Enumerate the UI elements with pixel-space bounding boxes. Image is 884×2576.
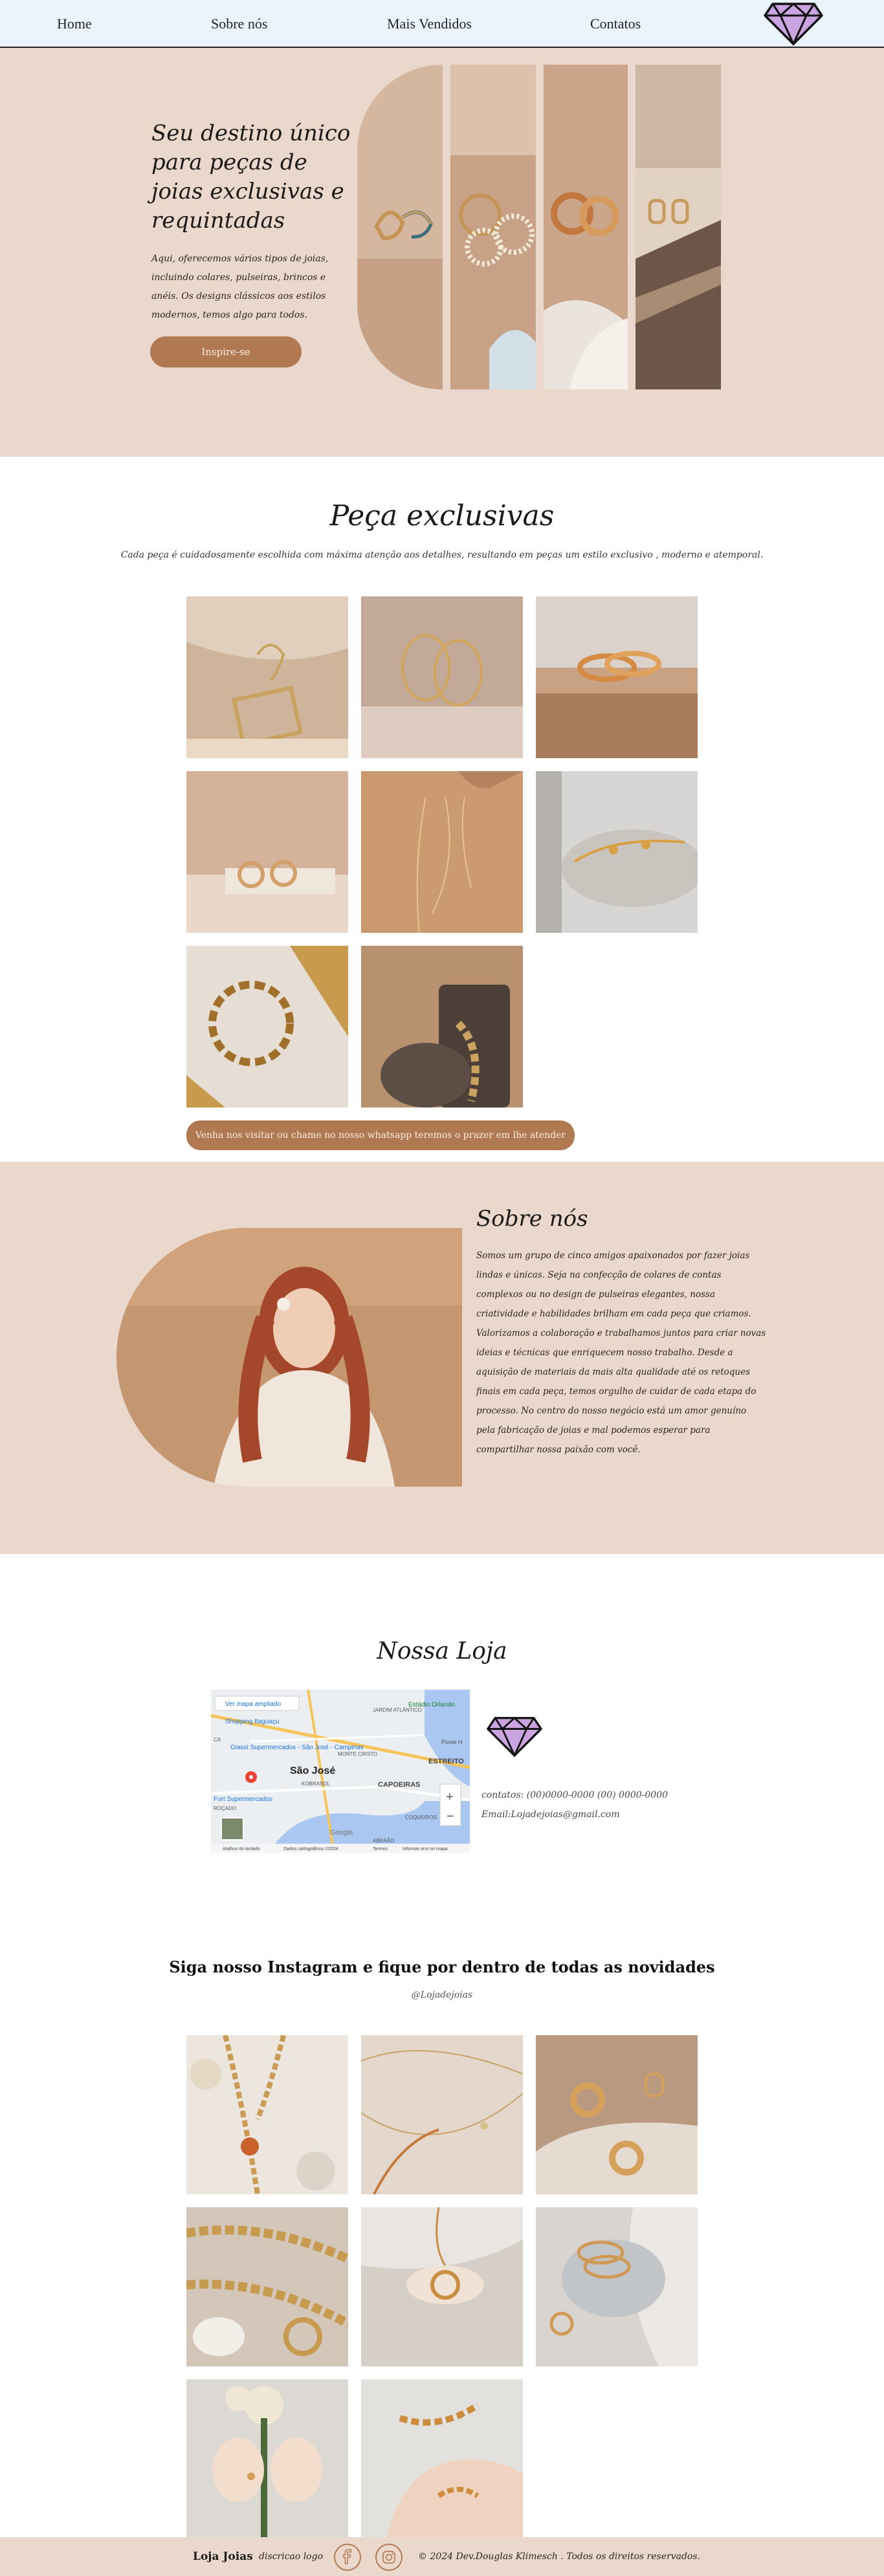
instagram-post-image[interactable] [186, 2207, 348, 2366]
footer-description: discricao logo [259, 2551, 323, 2562]
store-title: Nossa Loja [377, 1638, 507, 1665]
map-label: KOBRASOL [302, 1781, 331, 1787]
store-email[interactable]: Email:Lojadejoias@gmail.com [481, 1805, 668, 1824]
nav-contacts-link[interactable]: Contatos [590, 16, 641, 32]
instagram-post-image[interactable] [536, 2207, 698, 2366]
map-shortcuts-link[interactable]: Atalhos do teclado [223, 1847, 260, 1851]
instagram-post-image[interactable] [186, 2379, 348, 2538]
diamond-icon [487, 1716, 542, 1763]
store-map[interactable]: Ver mapa ampliado Estádio Orlando Shoppi… [211, 1690, 470, 1853]
diamond-icon[interactable] [764, 1, 823, 47]
product-image[interactable] [536, 596, 698, 758]
inspire-button[interactable]: Inspire-se [150, 336, 302, 367]
map-label: MONTE CRISTO [338, 1751, 377, 1757]
hero-earrings-image-3 [544, 65, 628, 389]
store-phone: contatos: (00)0000-0000 (00) 0000-0000 [481, 1790, 669, 1800]
map-terms-link[interactable]: Termos [373, 1847, 388, 1851]
footer: Loja Joias discricao logo © 2024 Dev.Dou… [0, 2537, 884, 2576]
product-image[interactable] [361, 771, 523, 933]
map-label: Ponte H [441, 1739, 463, 1745]
about-text: Somos um grupo de cinco amigos apaixonad… [476, 1250, 766, 1455]
whatsapp-visit-button[interactable]: Venha nos visitar ou chame no nosso what… [186, 1120, 575, 1150]
map-label: CAPOEIRAS [378, 1781, 420, 1789]
hero-title: Seu destino único para peças de joias ex… [151, 120, 351, 234]
product-image[interactable] [361, 946, 523, 1108]
product-image[interactable] [361, 596, 523, 758]
instagram-handle[interactable]: @Lojadejoias [0, 1990, 884, 2000]
product-image[interactable] [536, 771, 698, 933]
hero-earrings-image-4 [635, 65, 721, 389]
nav-about-link[interactable]: Sobre nós [211, 16, 267, 32]
map-enlarge-link[interactable]: Ver mapa ampliado [225, 1701, 282, 1708]
map-data-label: Dados cartográficos ©2024 [283, 1846, 338, 1851]
map-label: CA [214, 1737, 221, 1743]
product-image[interactable] [186, 771, 348, 933]
map-zoom-in-button[interactable]: + [446, 1790, 454, 1804]
map-label: COQUEIROS [405, 1815, 437, 1820]
instagram-post-image[interactable] [536, 2035, 698, 2194]
hero-text: Aqui, oferecemos vários tipos de joias, … [151, 254, 329, 320]
nav-best-sellers-link[interactable]: Mais Vendidos [387, 16, 472, 32]
map-label: Giassi Supermercados - São José - Campin… [230, 1744, 364, 1751]
map-label: JARDIM ATLÂNTICO [373, 1707, 422, 1713]
instagram-post-image[interactable] [186, 2035, 348, 2194]
hero-earrings-image-1 [357, 65, 443, 389]
about-title: Sobre nós [476, 1206, 588, 1232]
map-label: Fort Supermercados [214, 1796, 272, 1803]
instagram-post-image[interactable] [361, 2379, 523, 2538]
map-zoom-out-button[interactable]: − [447, 1809, 454, 1824]
top-navigation: Home Sobre nós Mais Vendidos Contatos [0, 0, 884, 48]
about-section: Sobre nós Somos um grupo de cinco amigos… [0, 1162, 884, 1554]
map-label: São José [290, 1765, 335, 1776]
exclusive-title: Peça exclusivas [329, 499, 555, 532]
map-label: Shopping Itaguaçu [225, 1718, 279, 1725]
facebook-icon[interactable] [334, 2544, 361, 2571]
hero-section: Seu destino único para peças de joias ex… [0, 48, 884, 457]
footer-brand: Loja Joias [193, 2550, 253, 2563]
footer-copyright: © 2024 Dev.Douglas Klimesch . Todos os d… [418, 2551, 700, 2562]
hero-earrings-image-2 [450, 65, 536, 389]
map-report-link[interactable]: Informar erro no mapa [403, 1847, 448, 1851]
exclusive-subtitle: Cada peça é cuidadosamente escolhida com… [120, 550, 764, 560]
map-google-logo: Google [330, 1829, 353, 1837]
instagram-title: Siga nosso Instagram e fique por dentro … [169, 1958, 715, 1976]
instagram-post-image[interactable] [361, 2035, 523, 2194]
store-contact-block: contatos: (00)0000-0000 (00) 0000-0000 E… [481, 1785, 668, 1824]
product-image[interactable] [186, 596, 348, 758]
map-label: ESTREITO [428, 1758, 464, 1765]
instagram-icon[interactable] [375, 2544, 403, 2571]
nav-home-link[interactable]: Home [57, 16, 92, 32]
product-image[interactable] [186, 946, 348, 1108]
map-label: ROÇADO [214, 1806, 236, 1811]
map-label: ABRAÃO [373, 1838, 394, 1844]
instagram-post-image[interactable] [361, 2207, 523, 2366]
about-photo [116, 1228, 462, 1487]
